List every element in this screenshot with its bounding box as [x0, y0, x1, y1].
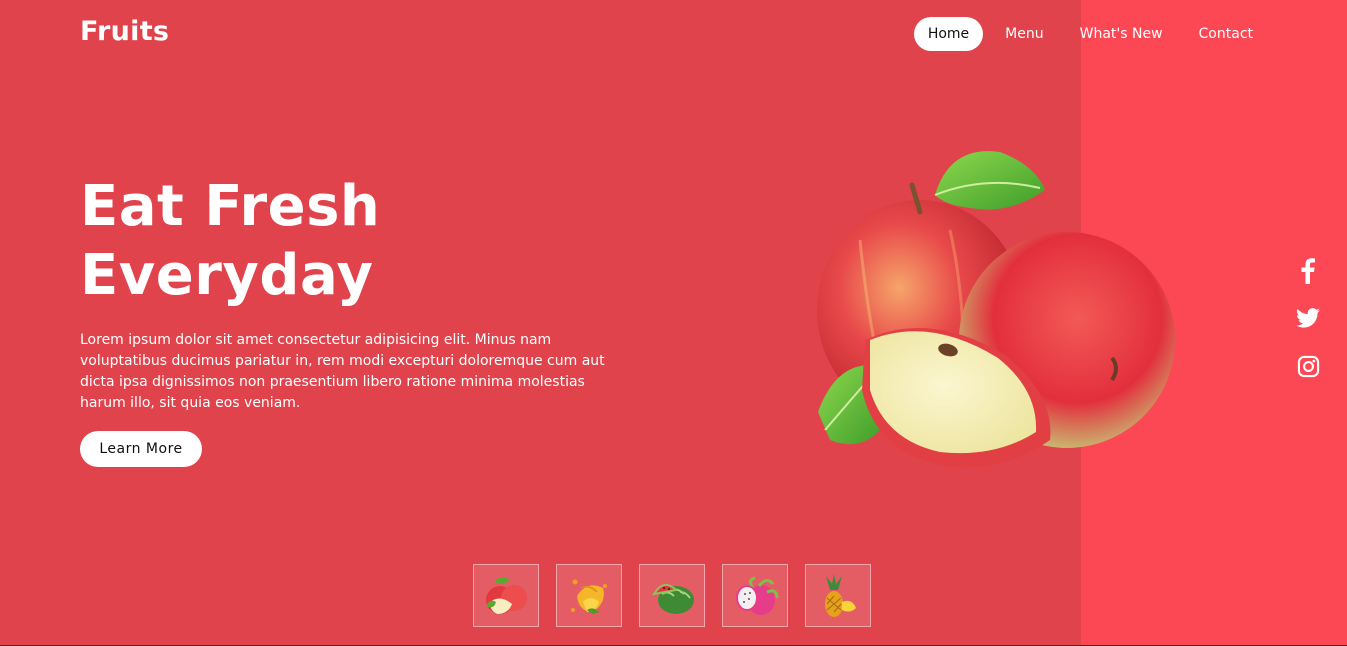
fruit-thumbnail-strip [473, 564, 871, 627]
dragon-fruit-thumbnail[interactable] [722, 564, 788, 627]
watermelon-thumbnail[interactable] [639, 564, 705, 627]
nav-contact[interactable]: Contact [1185, 17, 1267, 51]
pineapple-thumbnail[interactable] [805, 564, 871, 627]
facebook-icon[interactable] [1290, 256, 1326, 286]
site-logo[interactable]: Fruits [80, 16, 169, 47]
nav-home[interactable]: Home [913, 17, 984, 51]
apple-image [817, 151, 1175, 468]
hero-description: Lorem ipsum dolor sit amet consectetur a… [80, 332, 605, 411]
hero-title-line-2: Everyday [80, 243, 374, 308]
twitter-icon[interactable] [1290, 303, 1326, 333]
apple-thumbnail[interactable] [473, 564, 539, 627]
hero-title: Eat Fresh Everyday [80, 172, 380, 310]
nav-whats-new[interactable]: What's New [1066, 17, 1177, 51]
hero-title-line-1: Eat Fresh [80, 174, 381, 239]
learn-more-button[interactable]: Learn More [80, 431, 202, 467]
nav-menu[interactable]: Menu [991, 17, 1057, 51]
main-navigation: Home Menu What's New Contact [906, 17, 1267, 51]
instagram-icon[interactable] [1290, 351, 1326, 381]
mango-thumbnail[interactable] [556, 564, 622, 627]
